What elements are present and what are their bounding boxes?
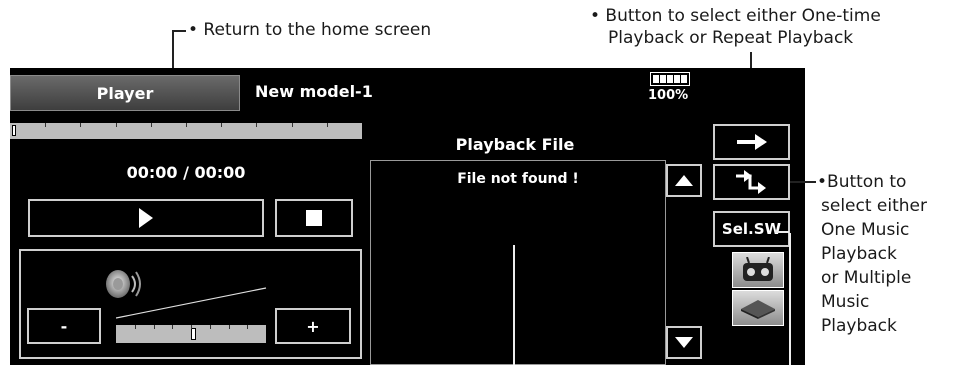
volume-tick — [154, 325, 155, 329]
volume-tick — [210, 325, 211, 329]
sel-sw-button[interactable]: Sel.SW — [713, 211, 790, 247]
volume-tick — [191, 325, 192, 329]
volume-tick — [135, 325, 136, 329]
progress-tick — [327, 123, 328, 127]
volume-tick — [172, 325, 173, 329]
file-list[interactable]: File not found ! — [370, 160, 666, 365]
callout-repeat-2: Playback or Repeat Playback — [608, 28, 854, 48]
player-tab-label: Player — [96, 83, 154, 103]
callout-repeat-1: • Button to select either One-time — [590, 6, 881, 26]
callout-sel-7: Playback — [821, 316, 897, 336]
play-icon — [139, 208, 153, 228]
memory-card-icon — [741, 300, 775, 319]
volume-up-button[interactable]: + — [275, 308, 351, 344]
progress-tick — [186, 123, 187, 127]
shuffle-arrows-icon — [735, 170, 766, 194]
callout-sel-5: or Multiple — [821, 268, 912, 288]
progress-tick — [221, 123, 222, 127]
volume-tick — [229, 325, 230, 329]
music-mode-button[interactable] — [713, 164, 790, 200]
triangle-down-icon — [675, 337, 693, 348]
transmitter-icon — [743, 257, 773, 281]
callout-sel-2: select either — [821, 196, 927, 216]
callout-sel-6: Music — [821, 292, 870, 312]
callout-sel-line-v — [789, 233, 791, 365]
scroll-down-button[interactable] — [666, 326, 702, 359]
progress-tick — [116, 123, 117, 127]
progress-thumb[interactable] — [12, 125, 16, 136]
callout-music-line — [790, 181, 816, 183]
volume-slider[interactable] — [116, 325, 266, 343]
volume-down-button[interactable]: - — [27, 308, 101, 344]
playback-time: 00:00 / 00:00 — [126, 163, 246, 182]
stop-icon — [306, 210, 322, 226]
volume-down-label: - — [60, 316, 68, 336]
callout-sel-4: Playback — [821, 244, 897, 264]
callout-home-line-h — [172, 30, 186, 32]
repeat-mode-button[interactable] — [713, 124, 790, 160]
volume-up-label: + — [306, 316, 320, 336]
device-screen: Player New model-1 100% 00:00 / 00:00 - — [10, 68, 805, 365]
volume-thumb[interactable] — [191, 328, 196, 340]
playback-file-title: Playback File — [455, 135, 575, 154]
volume-ramp-graphic — [116, 287, 267, 319]
model-name: New model-1 — [255, 82, 373, 101]
sel-sw-label: Sel.SW — [721, 220, 782, 238]
right-arrow-icon — [736, 134, 767, 150]
progress-tick — [151, 123, 152, 127]
callout-sel-3: One Music — [821, 220, 910, 240]
triangle-up-icon — [675, 175, 693, 186]
playback-progress-bar[interactable] — [10, 123, 362, 139]
scroll-up-button[interactable] — [666, 164, 702, 197]
memory-card-button[interactable] — [732, 290, 784, 326]
transmitter-button[interactable] — [732, 252, 784, 288]
callout-sel-line-h — [775, 231, 789, 233]
progress-tick — [292, 123, 293, 127]
play-button[interactable] — [28, 199, 264, 237]
file-not-found-message: File not found ! — [457, 171, 579, 187]
battery-icon — [650, 72, 690, 86]
battery-percent: 100% — [648, 88, 689, 103]
progress-tick — [256, 123, 257, 127]
progress-tick — [45, 123, 46, 127]
callout-home: • Return to the home screen — [188, 20, 432, 40]
callout-list-line — [513, 245, 515, 365]
progress-tick — [80, 123, 81, 127]
player-home-tab[interactable]: Player — [10, 75, 240, 111]
callout-sel-1: •Button to — [817, 172, 907, 192]
stop-button[interactable] — [275, 199, 353, 237]
volume-tick — [247, 325, 248, 329]
